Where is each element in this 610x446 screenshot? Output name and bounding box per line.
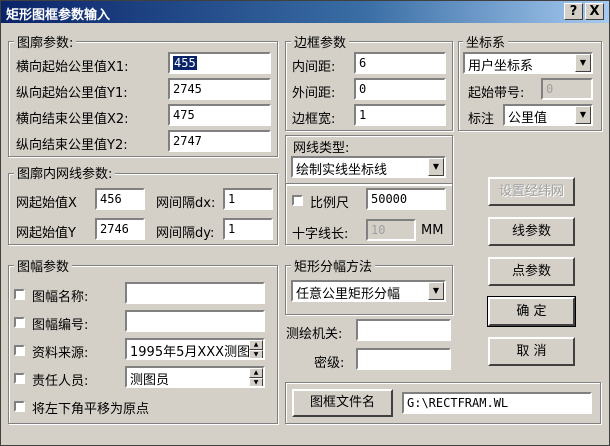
window-title: 矩形图框参数输入: [6, 8, 111, 23]
sheet-label: 图幅参数: [14, 256, 73, 275]
cross-input[interactable]: 10: [366, 219, 416, 241]
close-button[interactable]: X: [585, 3, 604, 20]
cross-label: 十字线长:: [292, 227, 349, 242]
chevron-down-icon[interactable]: ▼: [428, 158, 444, 176]
dy-label: 网间隔dy:: [156, 226, 215, 241]
scale-label: 比例尺: [310, 196, 350, 211]
start-no-input[interactable]: 0: [541, 78, 593, 100]
dx-label: 网间隔dx:: [156, 196, 216, 211]
cancel-button[interactable]: 取 消: [488, 337, 575, 366]
sheet-name-input[interactable]: [125, 282, 265, 304]
line-type-label: 网线类型:: [293, 141, 350, 156]
mark-label: 标注: [468, 112, 495, 127]
agency-label: 测绘机关:: [286, 327, 343, 342]
outer-input[interactable]: 0: [354, 78, 446, 100]
x-start-label: 网起始值X: [16, 196, 77, 211]
y-start-input[interactable]: 2746: [95, 218, 145, 240]
origin-checkbox[interactable]: [14, 401, 25, 412]
source-input[interactable]: 1995年5月XXX测图 ▲ ▼: [125, 338, 265, 360]
origin-label: 将左下角平移为原点: [32, 402, 150, 417]
person-label: 责任人员:: [32, 374, 89, 389]
sheet-number-label: 图幅编号:: [32, 318, 89, 333]
line-params-button[interactable]: 线参数: [488, 217, 575, 246]
sheet-name-label: 图幅名称:: [32, 290, 89, 305]
agency-input[interactable]: [356, 319, 451, 341]
y2-input[interactable]: 2747: [168, 130, 271, 152]
point-params-button[interactable]: 点参数: [488, 257, 575, 286]
width-label: 边框宽:: [292, 112, 336, 127]
chevron-down-icon[interactable]: ▼: [575, 106, 591, 124]
width-input[interactable]: 1: [354, 104, 446, 126]
secret-label: 密级:: [314, 356, 345, 371]
dialog-window: 矩形图框参数输入 ? X 图廓参数: 横向起始公里值X1: 455 纵向起始公里…: [0, 0, 610, 446]
sheet-number-input[interactable]: [125, 310, 265, 332]
title-bar[interactable]: 矩形图框参数输入 ? X: [1, 1, 609, 23]
chevron-down-icon[interactable]: ▼: [575, 54, 591, 72]
sheet-name-checkbox[interactable]: [14, 289, 25, 300]
map-extent-label: 图廓参数:: [14, 32, 77, 51]
line-type-select[interactable]: 绘制实线坐标线 ▼: [291, 156, 446, 178]
source-label: 资料来源:: [32, 346, 89, 361]
coord-label: 坐标系: [463, 32, 509, 51]
sheet-number-checkbox[interactable]: [14, 317, 25, 328]
coord-system-select[interactable]: 用户坐标系 ▼: [463, 52, 593, 74]
x2-input[interactable]: 475: [168, 104, 271, 126]
inner-label: 内间距:: [292, 60, 336, 75]
source-checkbox[interactable]: [14, 345, 25, 356]
person-input[interactable]: 测图员 ▲ ▼: [125, 366, 265, 388]
ok-button[interactable]: 确 定: [487, 296, 576, 327]
scale-checkbox[interactable]: [292, 195, 303, 206]
split-select[interactable]: 任意公里矩形分幅 ▼: [291, 280, 446, 302]
help-button[interactable]: ?: [564, 3, 583, 20]
y-start-label: 网起始值Y: [16, 226, 76, 241]
mark-select[interactable]: 公里值 ▼: [503, 104, 593, 126]
y1-input[interactable]: 2745: [168, 78, 271, 100]
x1-label: 横向起始公里值X1:: [16, 60, 129, 75]
cross-unit: MM: [421, 223, 444, 238]
x2-label: 横向结束公里值X2:: [16, 112, 129, 127]
x-start-input[interactable]: 456: [95, 188, 145, 210]
person-checkbox[interactable]: [14, 373, 25, 384]
chevron-down-icon[interactable]: ▼: [428, 282, 444, 300]
file-name-button[interactable]: 图框文件名: [292, 389, 393, 417]
start-no-label: 起始带号:: [468, 86, 525, 101]
outer-label: 外间距:: [292, 86, 336, 101]
spin-icon[interactable]: ▲ ▼: [249, 340, 263, 358]
y2-label: 纵向结束公里值Y2:: [16, 138, 128, 153]
file-path-input[interactable]: G:\RECTFRAM.WL: [402, 392, 592, 414]
inner-input[interactable]: 6: [354, 52, 446, 74]
dy-input[interactable]: 1: [223, 218, 273, 240]
split-label: 矩形分幅方法: [291, 256, 376, 275]
x1-input[interactable]: 455: [168, 52, 271, 74]
scale-input[interactable]: 50000: [366, 188, 446, 210]
border-label: 边框参数: [291, 32, 350, 51]
secret-input[interactable]: [356, 348, 451, 370]
grid-label: 图廓内网线参数:: [14, 163, 116, 182]
spin-icon[interactable]: ▲ ▼: [249, 368, 263, 386]
dx-input[interactable]: 1: [223, 188, 273, 210]
latlon-grid-button[interactable]: 设置经纬网: [488, 177, 575, 206]
y1-label: 纵向起始公里值Y1:: [16, 86, 128, 101]
